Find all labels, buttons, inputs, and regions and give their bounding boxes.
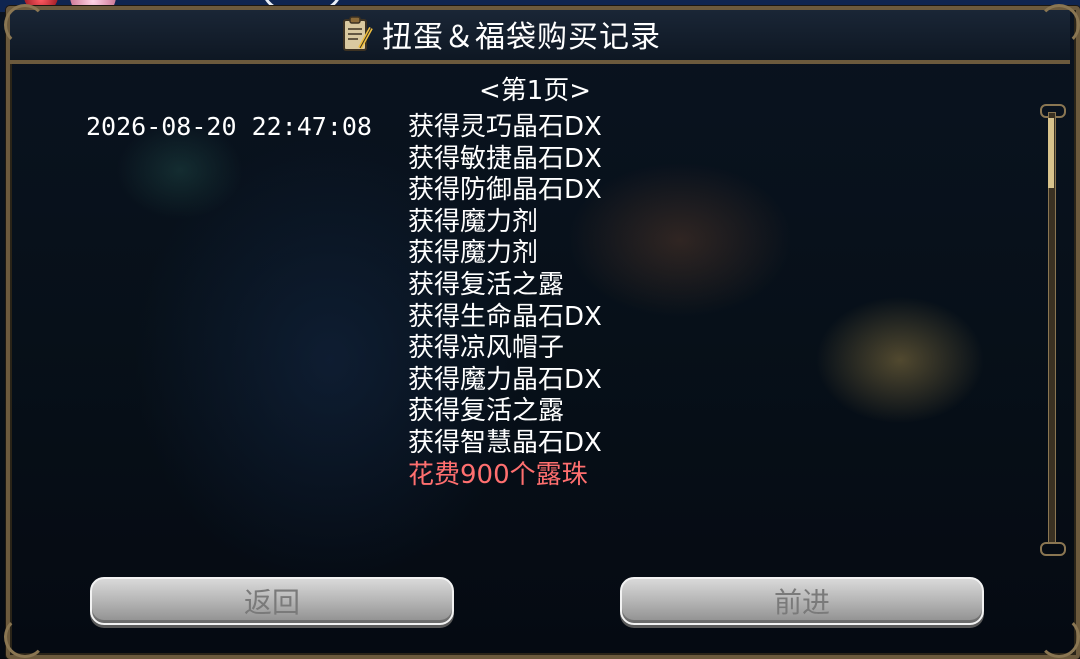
list-item: 获得魔力剂 — [408, 206, 539, 237]
corner-ornament-top-left-icon — [4, 4, 46, 46]
list-item: 获得复活之露 — [408, 269, 565, 300]
dialog-title-text: 扭蛋＆福袋购买记录 — [382, 20, 661, 55]
next-button-label: 前进 — [773, 586, 830, 619]
list-item: 获得灵巧晶石DX — [408, 112, 602, 142]
clipboard-pencil-icon — [343, 16, 373, 51]
list-item: 获得魔力晶石DX — [408, 364, 602, 395]
list-item: 获得凉风帽子 — [408, 333, 565, 364]
list-item: 获得智慧晶石DX — [408, 427, 602, 458]
list-item: 获得敏捷晶石DX — [408, 143, 602, 174]
corner-ornament-bottom-right-icon — [1038, 616, 1080, 658]
list-item: 获得魔力剂 — [408, 238, 539, 269]
list-item: 获得生命晶石DX — [408, 301, 602, 332]
list-item: 获得复活之露 — [408, 396, 565, 427]
corner-ornament-bottom-left-icon — [4, 616, 46, 658]
scrollbar-bottom-cap — [1040, 542, 1066, 556]
back-button[interactable]: 返回 — [90, 577, 454, 625]
record-cost: 花费900个露珠 — [408, 460, 588, 490]
back-button-label: 返回 — [243, 586, 300, 619]
corner-ornament-top-right-icon — [1038, 4, 1080, 46]
dialog-title: 扭蛋＆福袋购买记录 — [340, 12, 661, 56]
record-timestamp: 2026-08-20 22:47:08 — [86, 112, 372, 141]
page-indicator: <第1页> — [478, 76, 592, 106]
list-item: 获得防御晶石DX — [408, 175, 602, 206]
scrollbar[interactable] — [1040, 104, 1066, 556]
scrollbar-thumb[interactable] — [1048, 118, 1054, 188]
next-button[interactable]: 前进 — [620, 577, 984, 625]
record-item-list: 获得灵巧晶石DX 获得敏捷晶石DX 获得防御晶石DX 获得魔力剂 获得魔力剂 获… — [408, 112, 602, 460]
